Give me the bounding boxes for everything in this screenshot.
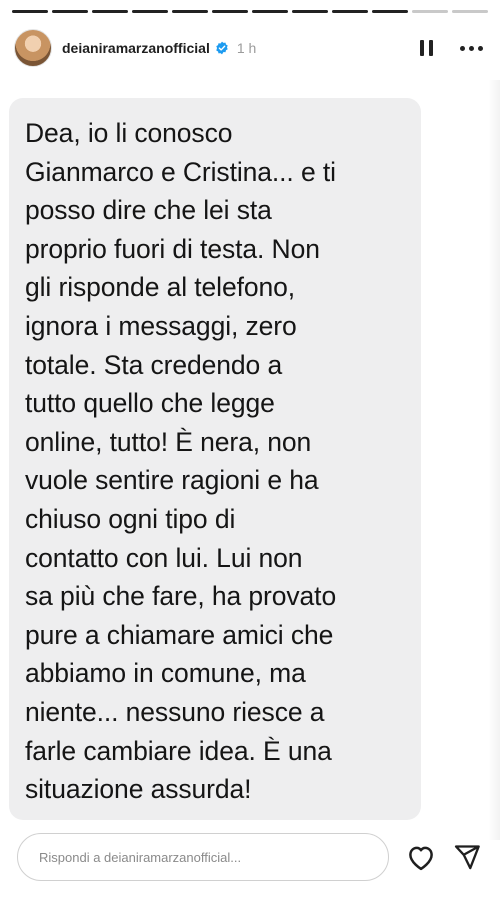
story-progress-bar (12, 10, 488, 13)
story-edge-shadow (488, 80, 500, 840)
reply-placeholder: Rispondi a deianiramarzanofficial... (39, 849, 242, 865)
message-bubble: Dea, io li conosco Gianmarco e Cristina.… (9, 98, 421, 820)
progress-segment (92, 10, 128, 13)
progress-segment (212, 10, 248, 13)
send-icon[interactable] (453, 843, 481, 871)
progress-segment (132, 10, 168, 13)
message-text: Dea, io li conosco Gianmarco e Cristina.… (25, 118, 337, 805)
progress-segment (252, 10, 288, 13)
more-options-icon[interactable] (456, 37, 486, 59)
heart-icon[interactable] (406, 843, 436, 871)
progress-segment (172, 10, 208, 13)
avatar[interactable] (14, 29, 52, 67)
progress-segment (372, 10, 408, 13)
progress-segment (292, 10, 328, 13)
progress-segment (452, 10, 488, 13)
progress-segment (12, 10, 48, 13)
progress-segment (332, 10, 368, 13)
verified-badge-icon (216, 41, 228, 55)
progress-segment-current (412, 10, 448, 13)
reply-input[interactable]: Rispondi a deianiramarzanofficial... (17, 833, 389, 881)
username[interactable]: deianiramarzanofficial (62, 40, 210, 56)
post-time: 1 h (236, 40, 257, 56)
pause-icon[interactable] (416, 37, 436, 59)
progress-segment (52, 10, 88, 13)
story-header: deianiramarzanofficial 1 h (14, 28, 486, 68)
